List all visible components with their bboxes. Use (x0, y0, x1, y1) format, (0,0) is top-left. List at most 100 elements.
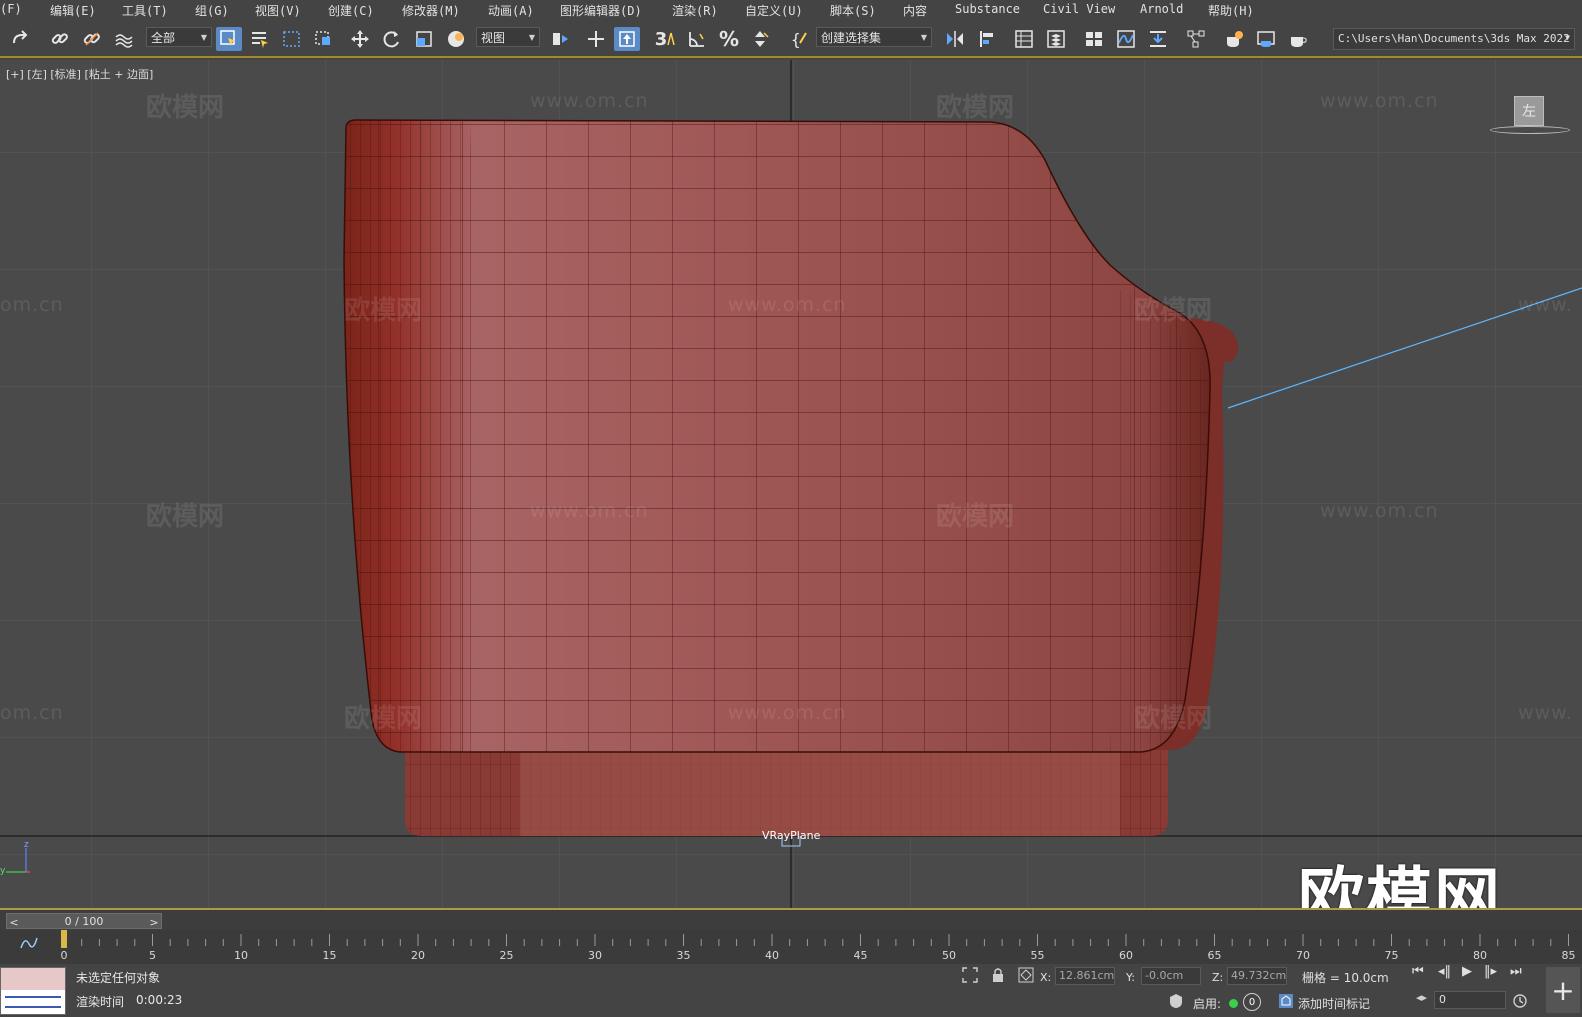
axis-z-label: z (24, 840, 29, 850)
status-bar: 未选定任何对象 渲染时间 0:00:23 X: 12.861cm Y: -0.0… (0, 964, 1582, 1017)
project-path-value: C:\Users\Han\Documents\3ds Max 2022 (1338, 32, 1570, 45)
watermark-logo: 欧模网 (1298, 860, 1502, 908)
reference-coord-dropdown[interactable]: 视图 ▼ (476, 27, 540, 47)
align-icon[interactable] (974, 27, 1000, 51)
play-icon[interactable]: ▶ (1462, 964, 1472, 979)
selection-filter-dropdown[interactable]: 全部 ▼ (146, 27, 212, 47)
keyboard-shortcut-override-icon[interactable] (614, 27, 640, 51)
toggle-ribbon-icon[interactable] (1082, 27, 1106, 51)
menu-rendering[interactable]: 渲染(R) (672, 2, 718, 19)
track-bar[interactable]: 0 5 10 15 20 25 30 35 40 45 50 55 60 65 70 75 80 85 (0, 930, 1582, 964)
named-selection-value: 创建选择集 (821, 30, 882, 45)
viewcube[interactable]: 左 (1514, 96, 1544, 126)
watermark-url: www.om.cn (728, 702, 847, 724)
menu-scripting[interactable]: 脚本(S) (830, 2, 876, 19)
menu-animation[interactable]: 动画(A) (488, 2, 534, 19)
menu-substance[interactable]: Substance (955, 2, 1020, 16)
edit-named-selection-icon[interactable]: { (788, 27, 812, 51)
isolate-selection-icon[interactable] (962, 967, 978, 986)
watermark-url: www.om.cn (1320, 500, 1439, 522)
go-to-end-icon[interactable]: ⏭ (1510, 964, 1522, 979)
next-frame-icon[interactable]: ‖▸ (1484, 964, 1497, 979)
pivot-center-icon[interactable] (548, 27, 572, 51)
sofa-side-model[interactable] (0, 60, 1582, 908)
add-time-tag-label[interactable]: 添加时间标记 (1298, 995, 1370, 1012)
select-and-manipulate-icon[interactable] (584, 27, 608, 51)
y-coordinate-field[interactable]: -0.0cm (1141, 967, 1201, 985)
current-frame-marker[interactable] (61, 930, 67, 948)
viewcube-compass-ring[interactable] (1490, 126, 1570, 134)
spinner-snap-icon[interactable] (748, 27, 772, 51)
curve-editor-icon[interactable] (1114, 27, 1138, 51)
selection-filter-value: 全部 (151, 30, 176, 45)
main-toolbar: 全部 ▼ 视图 ▼ 3 % {创建选择集 ▼ C:\Users\Han\Doc… (0, 20, 1582, 58)
track-tick-label: 35 (676, 949, 691, 962)
render-setup-icon[interactable] (1222, 27, 1246, 51)
schematic-view-icon[interactable] (1184, 27, 1208, 51)
track-tick-label: 40 (765, 949, 779, 962)
snap-toggle-icon[interactable]: 3 (652, 27, 678, 51)
bind-space-warp-icon[interactable] (112, 27, 136, 51)
move-icon[interactable] (348, 27, 372, 51)
angle-snap-icon[interactable] (684, 27, 710, 51)
auto-key-icon[interactable] (1168, 993, 1184, 1012)
time-slider-handle[interactable]: < 0 / 100 > (6, 913, 162, 929)
menu-content[interactable]: 内容 (903, 2, 927, 19)
percent-snap-icon[interactable]: % (716, 27, 742, 51)
add-time-tag-icon[interactable] (1278, 993, 1294, 1012)
named-selection-dropdown[interactable]: 创建选择集 ▼ (816, 27, 932, 47)
menu-edit[interactable]: 编辑(E) (50, 2, 96, 19)
selection-status: 未选定任何对象 (76, 971, 161, 985)
go-to-start-icon[interactable]: ⏮ (1412, 964, 1424, 979)
menu-modifiers[interactable]: 修改器(M) (402, 2, 460, 19)
rotate-icon[interactable] (380, 27, 404, 51)
frame-spinner-icon[interactable]: ◂▸ (1416, 991, 1427, 1004)
left-viewport[interactable]: [+] [左] [标准] [粘土 + 边面] 欧模网 www.om.cn 欧模网… (0, 60, 1582, 908)
place-icon[interactable] (444, 27, 468, 51)
menu-civil-view[interactable]: Civil View (1043, 2, 1115, 16)
viewport-label[interactable]: [+] [左] [标准] [粘土 + 边面] (6, 66, 153, 82)
unlink-icon[interactable] (80, 27, 104, 51)
select-object-icon[interactable] (216, 27, 242, 51)
current-frame-field[interactable]: 0 (1434, 991, 1506, 1009)
watermark-url: om.cn (0, 294, 64, 316)
menu-arnold[interactable]: Arnold (1140, 2, 1183, 16)
watermark-cn: 欧模网 (1134, 704, 1213, 734)
menu-tools[interactable]: 工具(T) (122, 2, 168, 19)
menu-group[interactable]: 组(G) (195, 2, 229, 19)
status-indicator-dot (1229, 999, 1238, 1008)
project-path-dropdown[interactable]: C:\Users\Han\Documents\3ds Max 2022 ▼ (1333, 28, 1575, 50)
select-by-name-icon[interactable] (248, 27, 272, 51)
menu-graph-editors[interactable]: 图形编辑器(D) (560, 2, 642, 19)
add-panel-button[interactable]: + (1546, 967, 1580, 1013)
menu-customize[interactable]: 自定义(U) (745, 2, 803, 19)
absolute-mode-icon[interactable] (1018, 967, 1034, 986)
menu-views[interactable]: 视图(V) (255, 2, 301, 19)
watermark-cn: 欧模网 (146, 93, 225, 123)
time-slider[interactable]: < 0 / 100 > (0, 908, 1582, 930)
menu-help[interactable]: 帮助(H) (1208, 2, 1254, 19)
previous-frame-icon[interactable]: ◂‖ (1438, 964, 1451, 979)
rendered-frame-window-icon[interactable] (1254, 27, 1278, 51)
menu-file[interactable]: (F) (0, 2, 22, 16)
scene-explorer-icon[interactable] (1012, 27, 1036, 51)
rectangular-selection-icon[interactable] (280, 27, 304, 51)
z-coordinate-field[interactable]: 49.732cm (1227, 967, 1287, 985)
time-configuration-icon[interactable] (1512, 993, 1528, 1012)
maxscript-listener[interactable] (0, 967, 66, 1015)
selection-lock-icon[interactable] (990, 967, 1006, 986)
scale-icon[interactable] (412, 27, 436, 51)
axis-y-label: y (0, 866, 6, 876)
prev-frame-button[interactable]: < (7, 914, 21, 930)
next-frame-button[interactable]: > (147, 914, 161, 930)
layer-explorer-icon[interactable] (1044, 27, 1068, 51)
x-coordinate-field[interactable]: 12.861cm (1055, 967, 1115, 985)
mirror-icon[interactable] (942, 27, 968, 51)
watermark-url: om.cn (0, 702, 64, 724)
dope-sheet-icon[interactable] (1146, 27, 1170, 51)
render-production-icon[interactable] (1286, 27, 1310, 51)
window-crossing-icon[interactable] (312, 27, 336, 51)
menu-create[interactable]: 创建(C) (328, 2, 374, 19)
redo-icon[interactable] (8, 27, 32, 51)
link-icon[interactable] (48, 27, 72, 51)
